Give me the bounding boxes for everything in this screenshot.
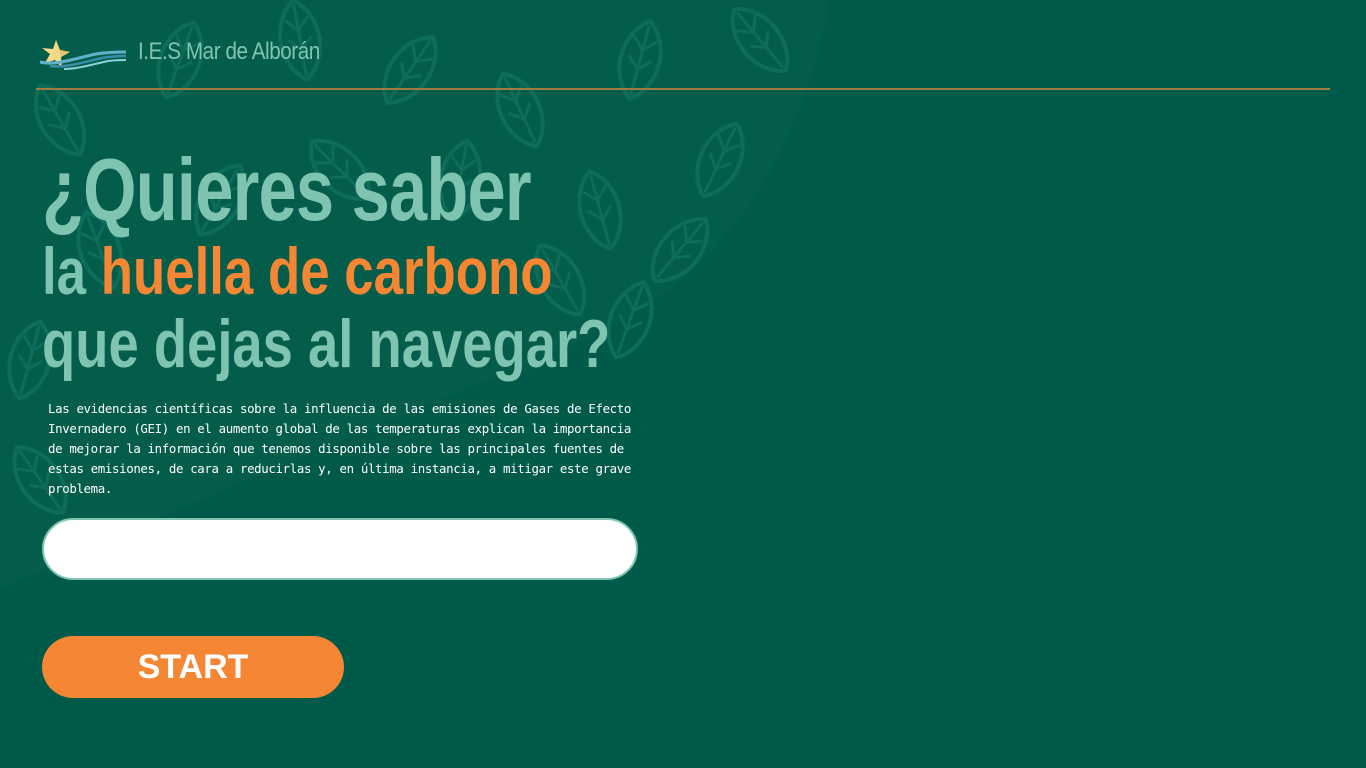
start-button[interactable]: START [42,636,344,698]
headline-line-2: la huella de carbono [42,238,553,304]
headline-accent-carbon-footprint: huella de carbono [100,234,553,308]
page-header: I.E.S Mar de Alborán [36,30,1330,90]
headline-line-1: ¿Quieres saber [42,140,532,239]
url-input[interactable] [42,518,638,580]
description-paragraph: Las evidencias científicas sobre la infl… [48,401,632,496]
school-name: I.E.S Mar de Alborán [138,38,320,65]
headline-line-2-prefix: la [42,234,101,308]
star-wave-logo-icon [39,40,127,70]
headline-line-3: que dejas al navegar? [42,306,611,382]
